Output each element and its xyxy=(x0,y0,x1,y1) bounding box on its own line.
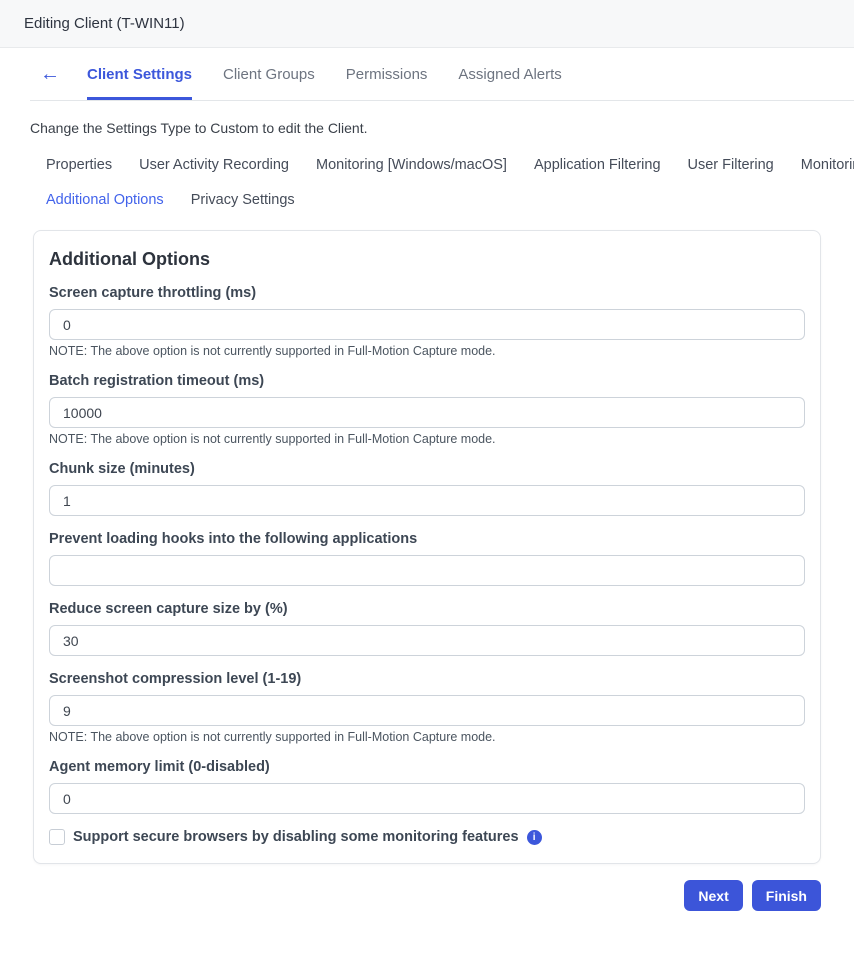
back-arrow-icon[interactable]: ← xyxy=(40,48,60,100)
tab-assigned-alerts[interactable]: Assigned Alerts xyxy=(458,48,561,100)
subtab-application-filtering[interactable]: Application Filtering xyxy=(534,157,661,173)
tab-permissions[interactable]: Permissions xyxy=(346,48,428,100)
sub-tabs-row1: Properties User Activity Recording Monitor… xyxy=(46,157,854,173)
field-input[interactable] xyxy=(49,695,805,726)
field-input[interactable] xyxy=(49,485,805,516)
page-title: Editing Client (T-WIN11) xyxy=(24,15,185,32)
field-note: NOTE: The above option is not currently … xyxy=(49,432,496,446)
fields: Screen capture throttling (ms) NOTE: The… xyxy=(49,285,805,814)
subtab-user-activity-recording[interactable]: User Activity Recording xyxy=(139,157,289,173)
field-note: NOTE: The above option is not currently … xyxy=(49,344,496,358)
additional-options-card: Additional Options Screen capture thrott… xyxy=(33,230,821,864)
secure-browsers-label: Support secure browsers by disabling som… xyxy=(73,829,519,845)
sub-tab-bar: Properties User Activity Recording Monitor… xyxy=(46,157,854,208)
secure-browsers-checkbox[interactable] xyxy=(49,829,65,845)
sub-tabs-row2: Additional Options Privacy Settings xyxy=(46,192,854,208)
next-button[interactable]: Next xyxy=(684,880,743,911)
field-input[interactable] xyxy=(49,555,805,586)
field-label: Agent memory limit (0-disabled) xyxy=(49,759,270,775)
form-field: Reduce screen capture size by (%) xyxy=(49,601,805,656)
field-label: Screenshot compression level (1-19) xyxy=(49,671,302,687)
form-field: Chunk size (minutes) xyxy=(49,461,805,516)
field-input[interactable] xyxy=(49,397,805,428)
subtab-user-filtering[interactable]: User Filtering xyxy=(688,157,774,173)
subtab-additional-options[interactable]: Additional Options xyxy=(46,192,164,208)
form-field: Screenshot compression level (1-19) NOTE… xyxy=(49,671,805,744)
field-label: Batch registration timeout (ms) xyxy=(49,373,265,389)
field-input[interactable] xyxy=(49,309,805,340)
subtab-monitoring-windows-macos-[interactable]: Monitoring [Windows/macOS] xyxy=(316,157,507,173)
secure-browsers-row: Support secure browsers by disabling som… xyxy=(49,829,805,845)
settings-type-notice: Change the Settings Type to Custom to ed… xyxy=(30,120,368,136)
info-icon[interactable]: i xyxy=(526,829,542,845)
form-field: Batch registration timeout (ms) NOTE: Th… xyxy=(49,373,805,446)
subtab-privacy-settings[interactable]: Privacy Settings xyxy=(191,192,295,208)
form-field: Agent memory limit (0-disabled) xyxy=(49,759,805,814)
tab-client-groups[interactable]: Client Groups xyxy=(223,48,315,100)
subtab-monitoring[interactable]: Monitoring xyxy=(801,157,854,173)
subtab-properties[interactable]: Properties xyxy=(46,157,112,173)
field-note: NOTE: The above option is not currently … xyxy=(49,730,496,744)
tab-client-settings[interactable]: Client Settings xyxy=(87,48,193,100)
field-label: Chunk size (minutes) xyxy=(49,461,195,477)
card-title: Additional Options xyxy=(49,249,210,269)
field-label: Screen capture throttling (ms) xyxy=(49,285,257,301)
tab-bar-tabs: Client Settings Client Groups Permissions A… xyxy=(87,48,593,100)
form-field: Prevent loading hooks into the following… xyxy=(49,531,805,586)
form-field: Screen capture throttling (ms) NOTE: The… xyxy=(49,285,805,358)
field-input[interactable] xyxy=(49,783,805,814)
field-label: Prevent loading hooks into the following… xyxy=(49,531,418,547)
finish-button[interactable]: Finish xyxy=(751,880,821,911)
window-header: Editing Client (T-WIN11) xyxy=(0,0,854,48)
field-input[interactable] xyxy=(49,625,805,656)
footer-actions: Next Finish xyxy=(0,880,821,911)
tab-bar: ← Client Settings Client Groups Permission… xyxy=(30,48,854,101)
field-label: Reduce screen capture size by (%) xyxy=(49,601,288,617)
